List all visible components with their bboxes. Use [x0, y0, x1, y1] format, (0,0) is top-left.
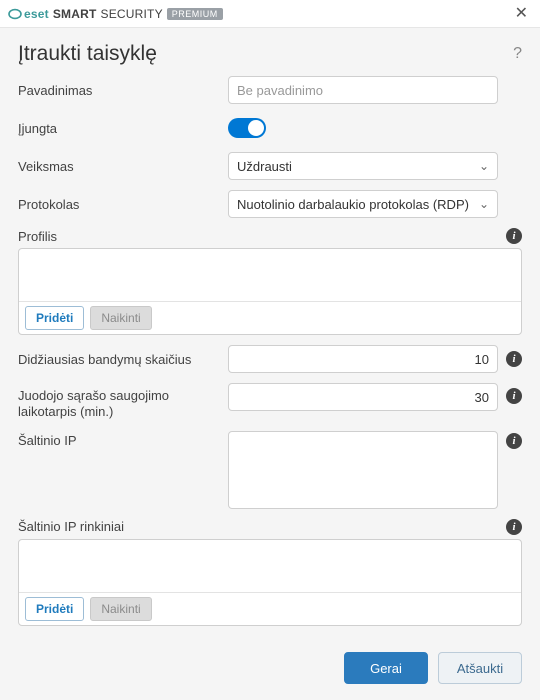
help-icon[interactable]: ? — [513, 45, 522, 63]
info-icon-max-attempts[interactable]: i — [506, 351, 522, 367]
label-name: Pavadinimas — [18, 83, 228, 98]
action-select-value: Uždrausti — [237, 159, 292, 174]
chevron-down-icon: ⌄ — [479, 159, 489, 173]
info-icon-source-ip-sets[interactable]: i — [506, 519, 522, 535]
ipsets-delete-button[interactable]: Naikinti — [90, 597, 151, 621]
action-select[interactable]: Uždrausti ⌄ — [228, 152, 498, 180]
label-max-attempts: Didžiausias bandymų skaičius — [18, 352, 228, 367]
profile-list-body[interactable] — [19, 249, 521, 301]
blacklist-period-input[interactable] — [228, 383, 498, 411]
chevron-down-icon: ⌄ — [479, 197, 489, 211]
ipsets-add-button[interactable]: Pridėti — [25, 597, 84, 621]
source-ip-input[interactable] — [228, 431, 498, 509]
titlebar: eset SMART SECURITY PREMIUM ✕ — [0, 0, 540, 28]
info-icon-profile[interactable]: i — [506, 228, 522, 244]
toggle-knob — [248, 120, 264, 136]
eset-logo: eset — [8, 7, 49, 21]
content: Pavadinimas Įjungta Veiksmas Uždrausti ⌄ — [0, 76, 540, 640]
brand-badge: PREMIUM — [167, 8, 223, 20]
max-attempts-input[interactable] — [228, 345, 498, 373]
protocol-select-value: Nuotolinio darbalaukio protokolas (RDP) — [237, 197, 469, 212]
source-ip-sets-listbox: Pridėti Naikinti — [18, 539, 522, 626]
label-enabled: Įjungta — [18, 121, 228, 136]
profile-delete-button[interactable]: Naikinti — [90, 306, 151, 330]
profile-list-actions: Pridėti Naikinti — [19, 301, 521, 334]
label-profile: Profilis — [18, 229, 57, 244]
dialog-window: eset SMART SECURITY PREMIUM ✕ Įtraukti t… — [0, 0, 540, 700]
label-blacklist-period: Juodojo sąrašo saugojimo laikotarpis (mi… — [18, 383, 228, 421]
ok-button[interactable]: Gerai — [344, 652, 428, 684]
enabled-toggle[interactable] — [228, 118, 266, 138]
name-input[interactable] — [228, 76, 498, 104]
close-icon[interactable]: ✕ — [511, 6, 532, 22]
source-ip-sets-list-body[interactable] — [19, 540, 521, 592]
label-action: Veiksmas — [18, 159, 228, 174]
info-icon-source-ip[interactable]: i — [506, 433, 522, 449]
profile-listbox: Pridėti Naikinti — [18, 248, 522, 335]
info-icon-blacklist[interactable]: i — [506, 388, 522, 404]
label-source-ip-sets: Šaltinio IP rinkiniai — [18, 519, 124, 534]
source-ip-sets-list-actions: Pridėti Naikinti — [19, 592, 521, 625]
profile-add-button[interactable]: Pridėti — [25, 306, 84, 330]
label-protocol: Protokolas — [18, 197, 228, 212]
dialog-footer: Gerai Atšaukti — [0, 640, 540, 700]
brand-smart: SMART — [53, 7, 97, 21]
brand: eset SMART SECURITY PREMIUM — [8, 7, 223, 21]
cancel-button[interactable]: Atšaukti — [438, 652, 522, 684]
protocol-select[interactable]: Nuotolinio darbalaukio protokolas (RDP) … — [228, 190, 498, 218]
brand-security: SECURITY — [101, 7, 163, 21]
page-title: Įtraukti taisyklę — [18, 42, 157, 66]
label-source-ip: Šaltinio IP — [18, 431, 228, 448]
dialog-header: Įtraukti taisyklę ? — [0, 28, 540, 76]
